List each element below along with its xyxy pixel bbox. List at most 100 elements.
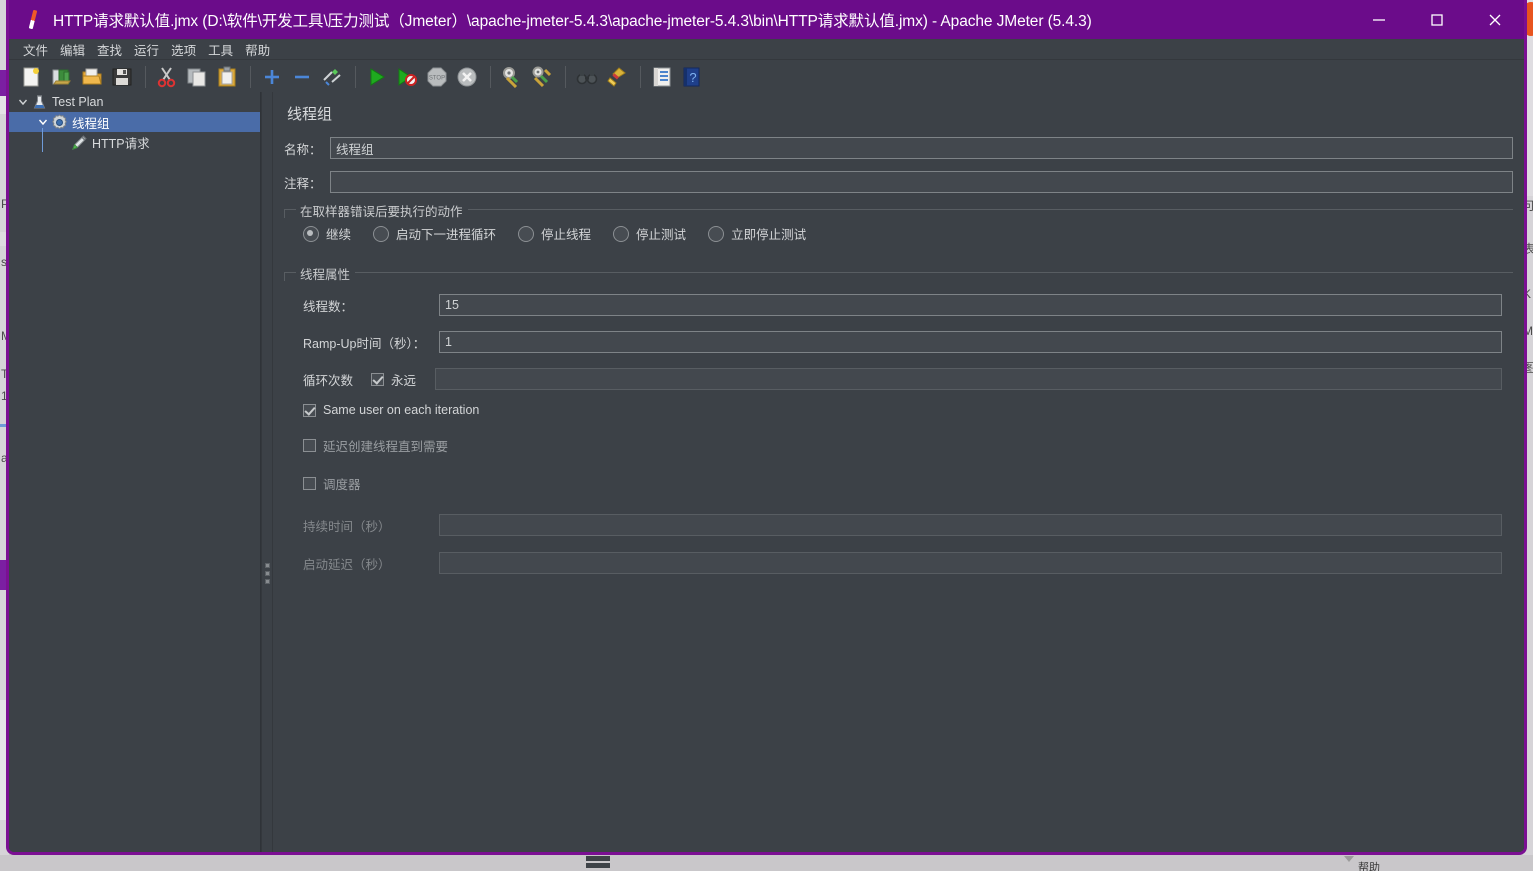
ramp-up-input[interactable] (439, 331, 1502, 353)
toolbar-cut[interactable] (153, 63, 181, 91)
ramp-up-label: Ramp-Up时间（秒）： (303, 336, 426, 351)
toolbar: STOP ? (9, 60, 1524, 94)
chevron-down-icon[interactable] (35, 114, 51, 130)
test-plan-tree[interactable]: Test Plan 线程组 HTTP请求 (9, 92, 261, 852)
tree-node-label: Test Plan (52, 95, 104, 109)
radio-stop-test[interactable]: 停止测试 (613, 224, 686, 243)
scheduler-row[interactable]: 调度器 (303, 474, 1513, 493)
radio-dot-icon (303, 225, 319, 242)
toolbar-help[interactable]: ? (678, 63, 706, 91)
radio-stop-test-now[interactable]: 立即停止测试 (708, 224, 806, 243)
toolbar-function-helper[interactable] (648, 63, 676, 91)
radio-dot-icon (518, 225, 535, 242)
taskbar-icon[interactable] (586, 856, 610, 861)
toolbar-new[interactable] (18, 63, 46, 91)
desktop-taskbar-strip: 帮助 (0, 855, 1533, 871)
window-controls (1350, 0, 1524, 39)
toolbar-expand[interactable] (258, 63, 286, 91)
same-user-row[interactable]: Same user on each iteration (303, 403, 1513, 417)
toolbar-open[interactable] (78, 63, 106, 91)
menu-run[interactable]: 运行 (128, 39, 165, 60)
same-user-label: Same user on each iteration (323, 403, 480, 417)
startup-delay-label: 启动延迟（秒） (303, 557, 391, 572)
menu-bar: 文件 编辑 查找 运行 选项 工具 帮助 (9, 39, 1524, 60)
loop-count-label: 循环次数 (303, 373, 354, 388)
delayed-start-checkbox[interactable] (303, 439, 316, 452)
close-button[interactable] (1466, 0, 1524, 39)
thread-properties-legend: 线程属性 (296, 264, 356, 283)
toolbar-stop[interactable]: STOP (423, 63, 451, 91)
tree-node-label: 线程组 (72, 116, 110, 131)
taskbar-label: 帮助 (1358, 862, 1380, 871)
test-plan-icon (31, 94, 48, 111)
radio-label: 启动下一进程循环 (396, 228, 497, 242)
tree-node-test-plan[interactable]: Test Plan (9, 92, 260, 112)
minimize-button[interactable] (1350, 0, 1408, 39)
scheduler-checkbox[interactable] (303, 477, 316, 490)
splitter-grip[interactable] (265, 563, 270, 587)
svg-text:?: ? (689, 70, 696, 85)
startup-delay-input[interactable] (439, 552, 1502, 574)
menu-edit[interactable]: 编辑 (54, 39, 91, 60)
radio-dot-icon (708, 225, 725, 242)
num-threads-input[interactable] (439, 294, 1502, 316)
tree-node-http-request[interactable]: HTTP请求 (9, 128, 260, 152)
scheduler-label: 调度器 (323, 478, 361, 492)
radio-start-next-loop[interactable]: 启动下一进程循环 (373, 224, 496, 243)
same-user-checkbox[interactable] (303, 403, 316, 417)
toolbar-shutdown[interactable] (453, 63, 481, 91)
comment-input[interactable] (330, 171, 1513, 193)
window-title: HTTP请求默认值.jmx (D:\软件\开发工具\压力测试（Jmeter）\a… (53, 12, 1092, 30)
jmeter-feather-icon (21, 7, 47, 33)
error-action-group: 在取样器错误后要执行的动作 继续 启动下一进程循环 停止线程 停止测试 立即停止… (284, 201, 1513, 249)
thread-group-gear-icon (51, 113, 68, 131)
page-title: 线程组 (287, 106, 333, 123)
duration-input[interactable] (439, 514, 1502, 536)
menu-options[interactable]: 选项 (165, 39, 202, 60)
toolbar-start-no-pauses[interactable] (393, 63, 421, 91)
taskbar-icon[interactable] (586, 863, 610, 868)
forever-label: 永远 (391, 373, 417, 388)
radio-stop-thread[interactable]: 停止线程 (518, 224, 591, 243)
toolbar-start[interactable] (363, 63, 391, 91)
panel-splitter[interactable] (261, 92, 273, 852)
delayed-start-label: 延迟创建线程直到需要 (323, 440, 449, 454)
toolbar-paste[interactable] (213, 63, 241, 91)
screen: P s M T 1 a 可 表 K M 图 HTTP请求默认值.jmx (D:\… (0, 0, 1533, 871)
dropdown-caret-icon[interactable] (1344, 856, 1354, 862)
tree-node-thread-group[interactable]: 线程组 (9, 112, 260, 132)
toolbar-clear[interactable] (498, 63, 526, 91)
title-bar: HTTP请求默认值.jmx (D:\软件\开发工具\压力测试（Jmeter）\a… (9, 0, 1524, 39)
comment-label: 注释： (284, 176, 322, 191)
toolbar-toggle[interactable] (318, 63, 346, 91)
toolbar-reset-search[interactable] (603, 63, 631, 91)
menu-tools[interactable]: 工具 (202, 39, 239, 60)
radio-label: 停止测试 (636, 228, 687, 242)
chevron-down-icon[interactable] (15, 94, 31, 110)
forever-checkbox[interactable] (371, 372, 384, 386)
toolbar-collapse[interactable] (288, 63, 316, 91)
toolbar-clear-all[interactable] (528, 63, 556, 91)
http-request-pen-icon (71, 134, 88, 151)
error-action-radios: 继续 启动下一进程循环 停止线程 停止测试 立即停止测试 (284, 210, 1513, 249)
radio-dot-icon (613, 225, 630, 242)
delayed-start-row[interactable]: 延迟创建线程直到需要 (303, 436, 1513, 455)
duration-label: 持续时间（秒） (303, 519, 391, 534)
main-body: Test Plan 线程组 HTTP请求 线程组 名称： 线程组 注释： 在取样… (9, 92, 1524, 852)
toolbar-templates[interactable] (48, 63, 76, 91)
toolbar-search[interactable] (573, 63, 601, 91)
menu-help[interactable]: 帮助 (239, 39, 276, 60)
maximize-button[interactable] (1408, 0, 1466, 39)
menu-file[interactable]: 文件 (17, 39, 54, 60)
loop-count-input[interactable] (435, 368, 1502, 390)
thread-group-editor: 线程组 名称： 注释： 在取样器错误后要执行的动作 继续 (273, 92, 1524, 852)
radio-continue[interactable]: 继续 (303, 224, 351, 243)
svg-text:STOP: STOP (429, 75, 445, 81)
num-threads-label: 线程数： (303, 299, 354, 314)
toolbar-save[interactable] (108, 63, 136, 91)
menu-search[interactable]: 查找 (91, 39, 128, 60)
name-input[interactable] (330, 137, 1513, 159)
toolbar-copy[interactable] (183, 63, 211, 91)
radio-label: 立即停止测试 (731, 228, 807, 242)
